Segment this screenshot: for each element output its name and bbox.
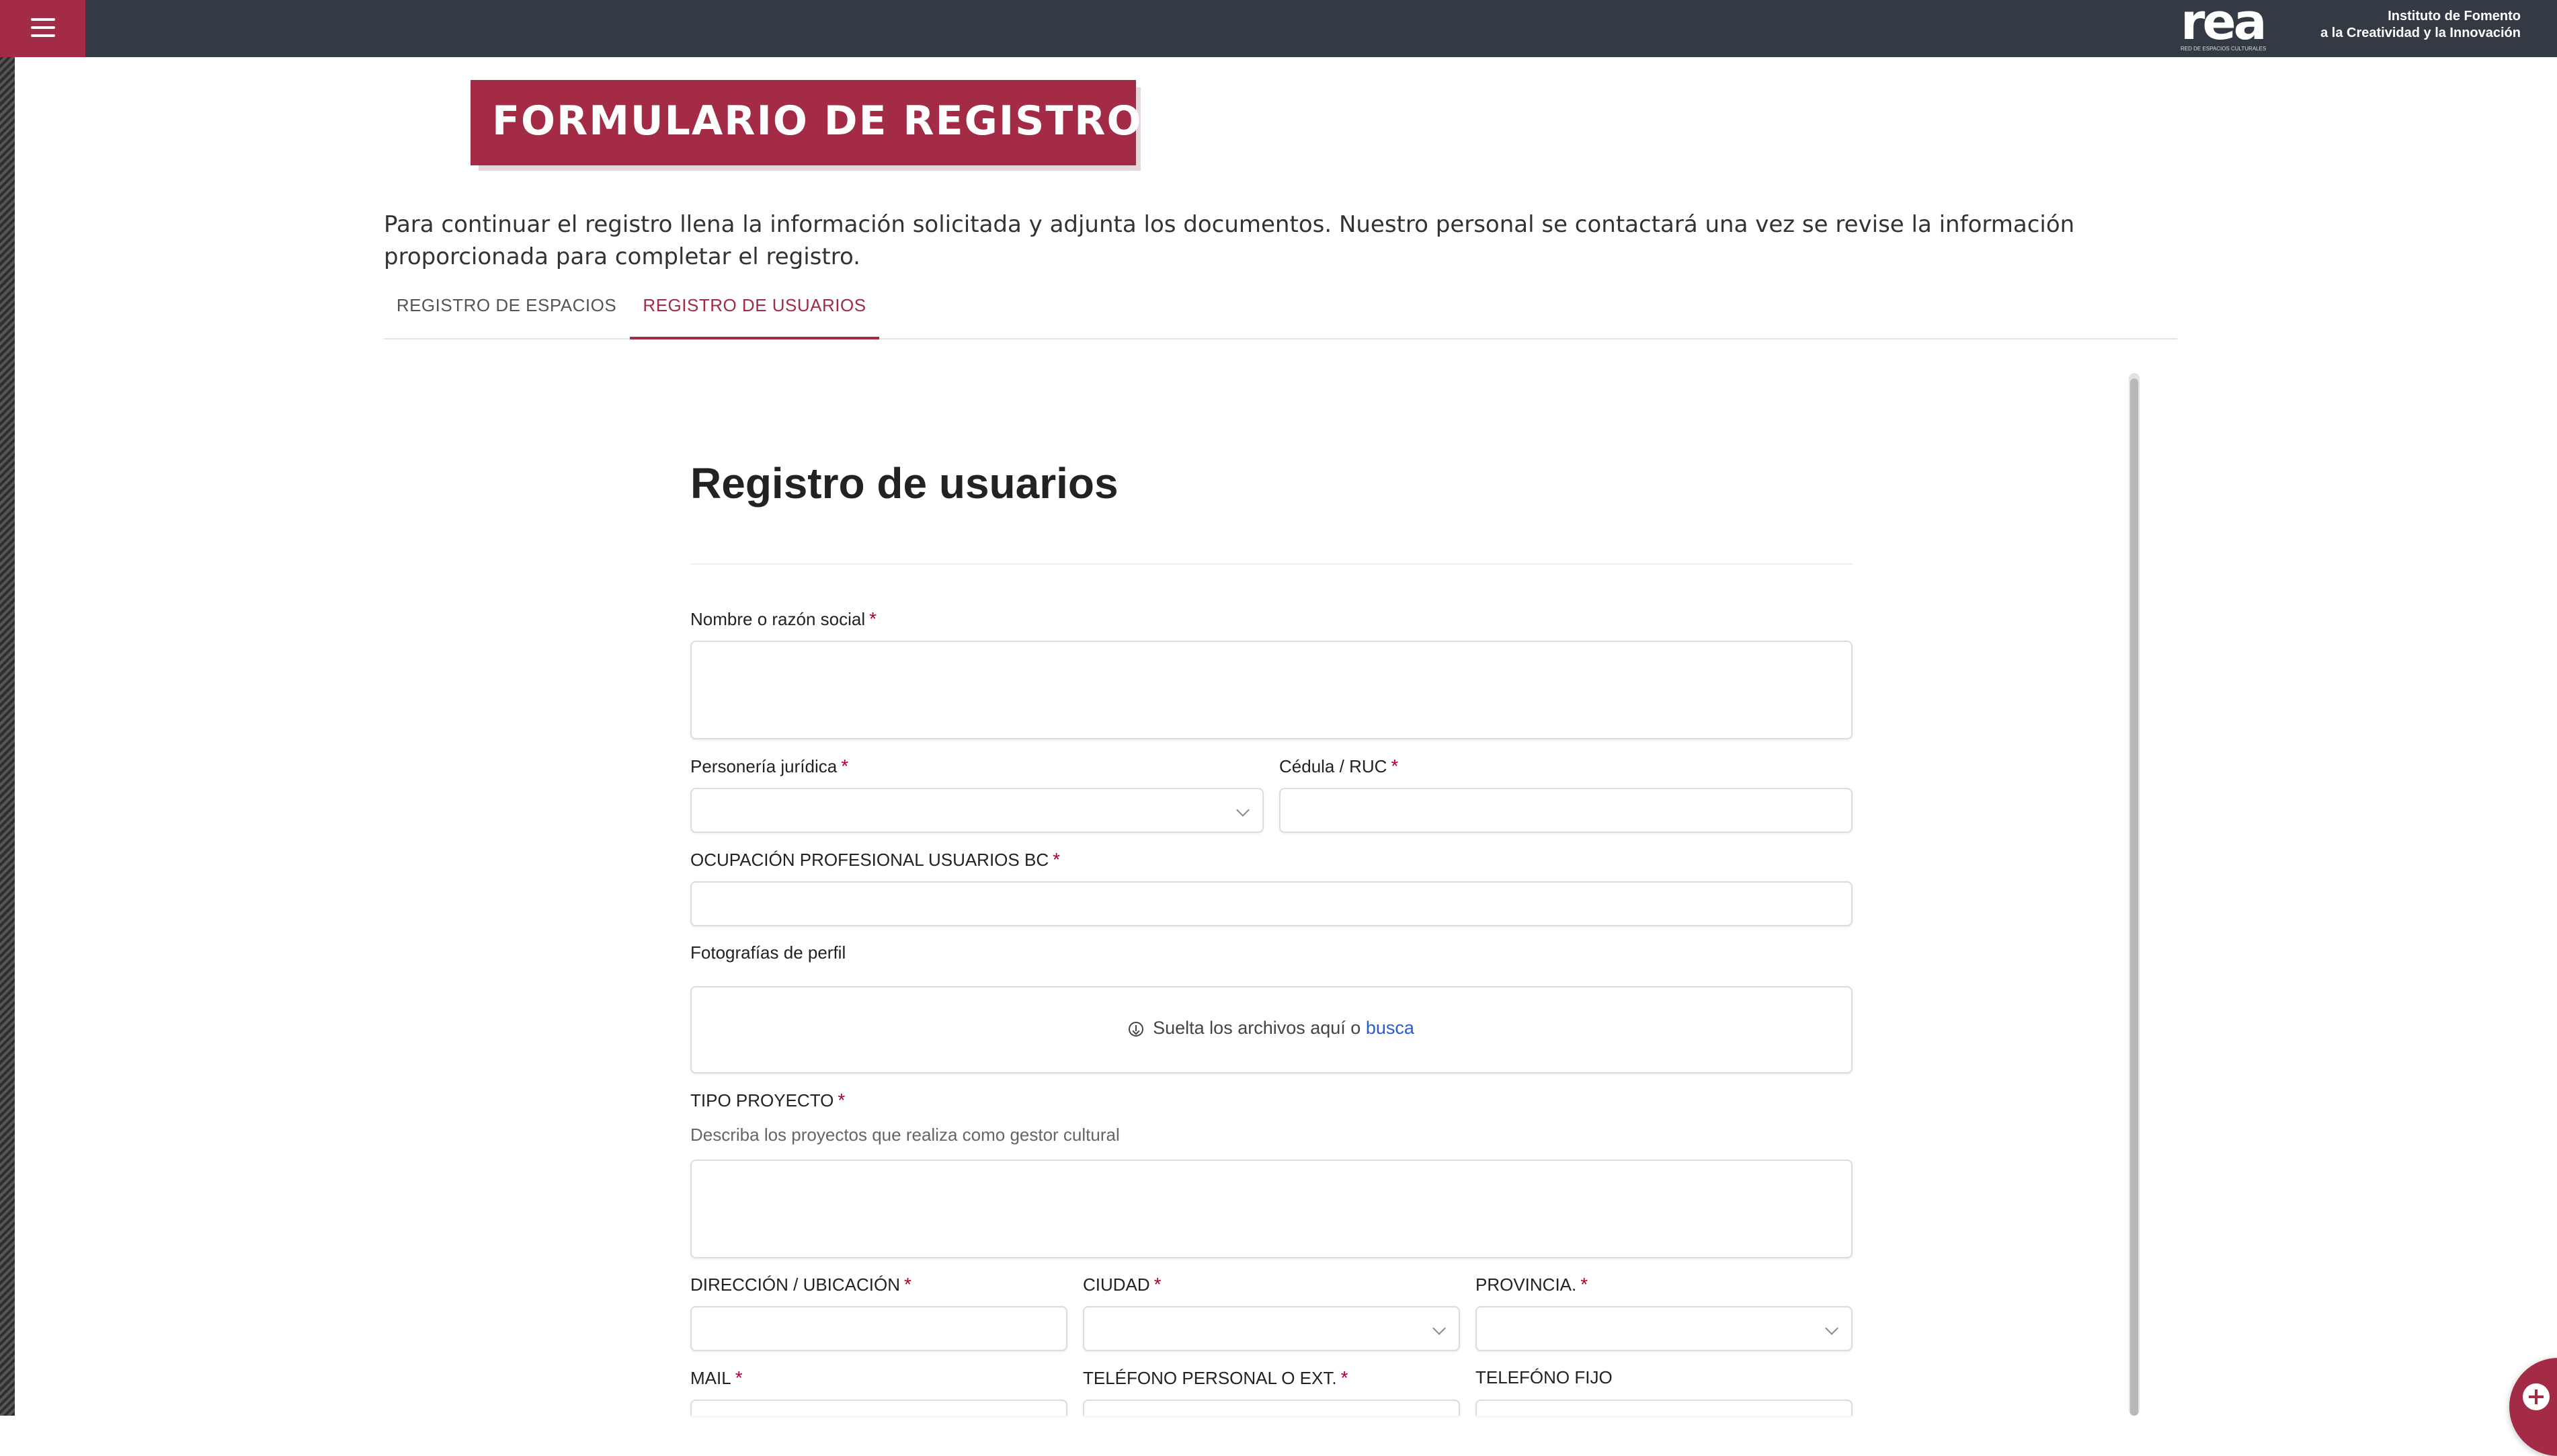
direccion-field[interactable] xyxy=(690,1306,1067,1351)
required-marker: * xyxy=(1053,849,1060,870)
tab-registro-usuarios[interactable]: REGISTRO DE USUARIOS xyxy=(630,286,879,339)
nombre-label: Nombre o razón social * xyxy=(690,608,877,630)
chevron-down-icon xyxy=(1432,1322,1446,1335)
direccion-label-text: DIRECCIÓN / UBICACIÓN xyxy=(690,1275,901,1295)
menu-button[interactable] xyxy=(0,0,85,57)
cedula-label: Cédula / RUC * xyxy=(1279,756,1398,777)
logo-subtitle: RED DE ESPACIOS CULTURALES xyxy=(2181,46,2267,52)
telefono-fijo-field[interactable] xyxy=(1475,1400,1853,1416)
mail-label-text: MAIL xyxy=(690,1368,731,1388)
required-marker: * xyxy=(1580,1274,1588,1295)
form-title: Registro de usuarios xyxy=(690,459,1119,508)
tab-registro-espacios[interactable]: REGISTRO DE ESPACIOS xyxy=(384,286,629,338)
telefono-fijo-label: TELEFÓNO FIJO xyxy=(1475,1367,1613,1387)
hamburger-icon-line xyxy=(31,26,55,29)
hamburger-icon-line xyxy=(31,34,55,37)
dropzone-instructions: Suelta los archivos aquí o xyxy=(1153,1018,1366,1038)
left-edge-strip xyxy=(0,57,15,1416)
mail-label: MAIL * xyxy=(690,1367,743,1389)
rea-logo[interactable]: rea RED DE ESPACIOS CULTURALES xyxy=(2181,0,2267,54)
page-title: FORMULARIO DE REGISTRO xyxy=(492,97,1143,145)
hamburger-icon xyxy=(31,18,55,21)
ciudad-label: CIUDAD * xyxy=(1083,1274,1162,1295)
intro-text: Para continuar el registro llena la info… xyxy=(384,211,2075,270)
required-marker: * xyxy=(841,756,849,776)
ocupacion-field[interactable] xyxy=(690,881,1853,926)
required-marker: * xyxy=(1153,1274,1162,1295)
institute-line-1: Instituto de Fomento xyxy=(2388,9,2521,24)
ciudad-label-text: CIUDAD xyxy=(1083,1275,1150,1295)
required-marker: * xyxy=(838,1090,846,1110)
nombre-field[interactable] xyxy=(690,641,1853,739)
required-marker: * xyxy=(735,1367,743,1388)
fotografias-label: Fotografías de perfil xyxy=(690,942,846,963)
download-circle-icon xyxy=(1129,1022,1144,1037)
tipo-proyecto-field[interactable] xyxy=(690,1160,1853,1258)
cedula-field[interactable] xyxy=(1279,788,1853,833)
required-marker: * xyxy=(1340,1367,1348,1388)
provincia-label-text: PROVINCIA. xyxy=(1475,1275,1577,1295)
chevron-down-icon xyxy=(1236,803,1250,817)
tipo-proyecto-description: Describa los proyectos que realiza como … xyxy=(690,1125,1120,1145)
required-marker: * xyxy=(869,608,877,629)
registration-tabs: REGISTRO DE ESPACIOS REGISTRO DE USUARIO… xyxy=(384,286,2177,339)
required-marker: * xyxy=(1391,756,1399,776)
ocupacion-label: OCUPACIÓN PROFESIONAL USUARIOS BC * xyxy=(690,849,1060,871)
tipo-proyecto-label-text: TIPO PROYECTO xyxy=(690,1090,834,1110)
form-scrollbar-thumb[interactable] xyxy=(2130,378,2138,1416)
photo-dropzone[interactable]: Suelta los archivos aquí o busca xyxy=(690,986,1853,1074)
provincia-select[interactable] xyxy=(1475,1306,1853,1351)
institute-line-2: a la Creatividad y la Innovación xyxy=(2320,26,2521,40)
browse-files-link[interactable]: busca xyxy=(1366,1018,1414,1038)
dropzone-text: Suelta los archivos aquí o busca xyxy=(692,1018,1851,1039)
personeria-select[interactable] xyxy=(690,788,1264,833)
page-banner: FORMULARIO DE REGISTRO xyxy=(471,80,1141,165)
floating-add-button[interactable] xyxy=(2509,1358,2557,1456)
required-marker: * xyxy=(904,1274,911,1295)
top-navbar: rea RED DE ESPACIOS CULTURALES Instituto… xyxy=(0,0,2557,57)
direccion-label: DIRECCIÓN / UBICACIÓN * xyxy=(690,1274,911,1295)
personeria-label: Personería jurídica * xyxy=(690,756,848,777)
cedula-label-text: Cédula / RUC xyxy=(1279,756,1387,776)
plus-circle-icon xyxy=(2523,1383,2550,1410)
personeria-label-text: Personería jurídica xyxy=(690,756,838,776)
institute-name: Instituto de Fomento a la Creatividad y … xyxy=(2320,8,2521,42)
ciudad-select[interactable] xyxy=(1083,1306,1460,1351)
logo-word: rea xyxy=(2181,0,2267,51)
form-divider xyxy=(690,563,1853,565)
tipo-proyecto-label: TIPO PROYECTO * xyxy=(690,1090,845,1111)
telefono-personal-label-text: TELÉFONO PERSONAL O EXT. xyxy=(1083,1368,1337,1388)
mail-field[interactable] xyxy=(690,1400,1067,1416)
ocupacion-label-text: OCUPACIÓN PROFESIONAL USUARIOS BC xyxy=(690,850,1049,870)
provincia-label: PROVINCIA. * xyxy=(1475,1274,1588,1295)
nombre-label-text: Nombre o razón social xyxy=(690,609,866,629)
chevron-down-icon xyxy=(1825,1322,1838,1335)
telefono-personal-label: TELÉFONO PERSONAL O EXT. * xyxy=(1083,1367,1348,1389)
telefono-personal-field[interactable] xyxy=(1083,1400,1460,1416)
